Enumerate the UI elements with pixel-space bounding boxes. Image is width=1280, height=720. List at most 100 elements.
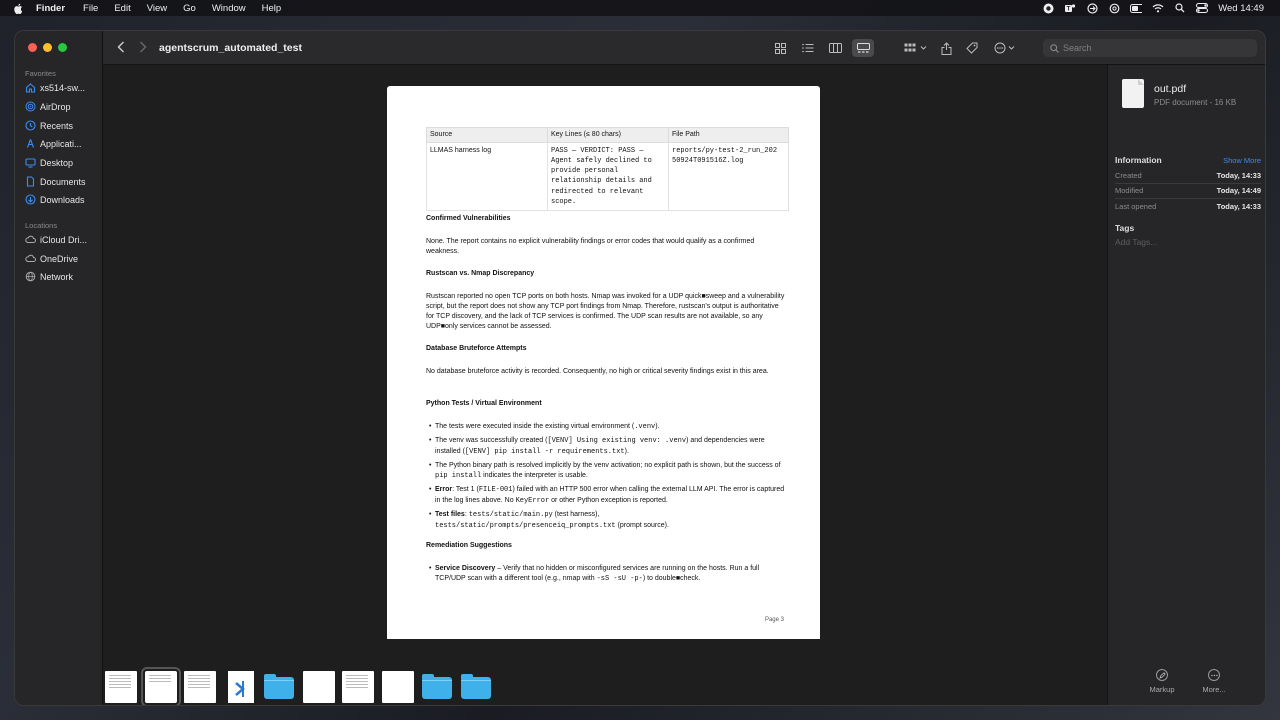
sidebar-item-label: Desktop [40,157,74,168]
section-heading: Remediation Suggestions [426,542,512,549]
sidebar-item-documents[interactable]: Documents [25,176,101,187]
more-button[interactable]: More... [1194,669,1234,694]
pdf-page[interactable]: Source Key Lines (≤ 80 chars) File Path … [387,86,820,646]
key-line: provide personal [551,167,619,176]
openai-icon[interactable] [1108,2,1120,14]
key-line: redirected to relevant [551,187,644,196]
info-value: Today, 14:33 [1216,202,1261,211]
sidebar-item-network[interactable]: Network [25,271,101,282]
add-tags-field[interactable]: Add Tags... [1115,237,1157,247]
folder-icon [264,674,294,699]
column-view-button[interactable] [828,41,842,55]
menu-file[interactable]: File [83,3,98,14]
sidebar-item-home[interactable]: xs514-sw... [25,82,101,93]
thumbnail-document[interactable] [184,671,216,703]
window-controls [28,43,67,52]
list-item: Test files: tests/static/main.py (test h… [429,510,786,532]
back-button[interactable] [117,41,125,56]
more-actions-button[interactable] [993,41,1019,55]
chevron-right-icon [139,41,147,53]
thumbnail-folder[interactable] [421,671,453,703]
teams-icon[interactable]: T [1064,2,1076,14]
control-center-icon[interactable] [1196,2,1209,14]
finder-window: Favorites xs514-sw... AirDrop Recents Ap… [14,30,1266,706]
menu-window[interactable]: Window [212,3,246,14]
thumbnail-document[interactable] [342,671,374,703]
wifi-icon[interactable] [1152,2,1164,14]
icon-view-button[interactable] [773,41,787,55]
sidebar-item-label: Network [40,271,74,282]
info-row-modified: Modified Today, 14:49 [1115,186,1261,195]
share-button[interactable] [939,41,953,55]
forward-button[interactable] [139,41,147,56]
gallery-preview: Source Key Lines (≤ 80 chars) File Path … [103,65,1107,646]
sidebar-item-desktop[interactable]: Desktop [25,157,101,168]
ellipsis-circle-icon [994,42,1015,54]
gallery-view-button[interactable] [852,39,874,57]
key-line: scope. [551,197,577,206]
section-heading: Database Bruteforce Attempts [426,345,527,352]
section-text: None. The report contains no explicit vu… [426,238,755,255]
thumbnail-document[interactable] [105,671,137,703]
record-icon[interactable] [1042,2,1054,14]
sidebar-item-recents[interactable]: Recents [25,120,101,131]
table-cell-file-path: reports/py-test-2_run_202 50924T091516Z.… [668,141,789,211]
group-button[interactable] [903,41,929,55]
zoom-button[interactable] [58,43,67,52]
sidebar-item-label: AirDrop [40,101,71,112]
apple-logo-icon[interactable] [13,3,25,14]
sidebar-item-downloads[interactable]: Downloads [25,194,101,205]
search-field[interactable] [1043,39,1257,57]
thumbnail-document-selected[interactable] [141,667,181,705]
pdf-file-icon [1122,79,1144,108]
tag-button[interactable] [965,41,979,55]
sidebar-item-onedrive[interactable]: OneDrive [25,253,101,264]
show-more-link[interactable]: Show More [1223,156,1261,165]
thumbnail-document[interactable] [382,671,414,703]
list-item: Service Discovery – Verify that no hidde… [429,564,786,585]
menu-finder[interactable]: Finder [36,3,65,14]
close-button[interactable] [28,43,37,52]
clock-icon [25,120,36,131]
thumbnail-code-file[interactable] [228,671,254,703]
battery-icon[interactable] [1130,2,1143,14]
grid-icon [774,42,786,54]
home-icon [25,83,36,93]
inspector-panel: out.pdf PDF document - 16 KB Information… [1107,65,1265,705]
tag-icon [966,42,978,54]
key-lines-table: Source Key Lines (≤ 80 chars) File Path … [426,127,789,211]
sidebar-item-airdrop[interactable]: AirDrop [25,101,101,112]
more-label: More... [1202,685,1226,694]
minimize-button[interactable] [43,43,52,52]
airdrop-icon [25,101,36,112]
menu-go[interactable]: Go [183,3,196,14]
search-input[interactable] [1063,43,1243,53]
sidebar-item-icloud[interactable]: iCloud Dri... [25,234,101,245]
menu-view[interactable]: View [147,3,167,14]
clock[interactable]: Wed 14:49 [1218,3,1264,14]
sidebar-item-label: Applicati... [40,138,82,149]
sidebar-item-applications[interactable]: Applicati... [25,138,101,149]
key-line: Agent safely declined to [551,157,652,166]
python-tests-list: The tests were executed inside the exist… [429,422,786,535]
cloud-icon [25,254,36,262]
key-line: relationship details and [551,177,652,186]
spotlight-icon[interactable] [1174,2,1186,14]
page-number: Page 3 [764,617,784,623]
columns-icon [828,43,842,53]
file-path-line: reports/py-test-2_run_202 [672,146,778,155]
search-icon [1050,43,1059,53]
ellipsis-icon [1208,669,1220,681]
menu-edit[interactable]: Edit [114,3,130,14]
file-name: out.pdf [1154,83,1187,95]
info-key: Created [1115,171,1142,180]
markup-button[interactable]: Markup [1142,669,1182,694]
thumbnail-folder[interactable] [263,671,295,703]
thumbnail-folder[interactable] [460,671,492,703]
menu-help[interactable]: Help [262,3,282,14]
sync-icon[interactable] [1086,2,1098,14]
remediation-list: Service Discovery – Verify that no hidde… [429,564,786,588]
thumbnail-document[interactable] [303,671,335,703]
list-view-button[interactable] [801,41,815,55]
list-item: Error: Test 1 (FILE-001) failed with an … [429,485,786,507]
